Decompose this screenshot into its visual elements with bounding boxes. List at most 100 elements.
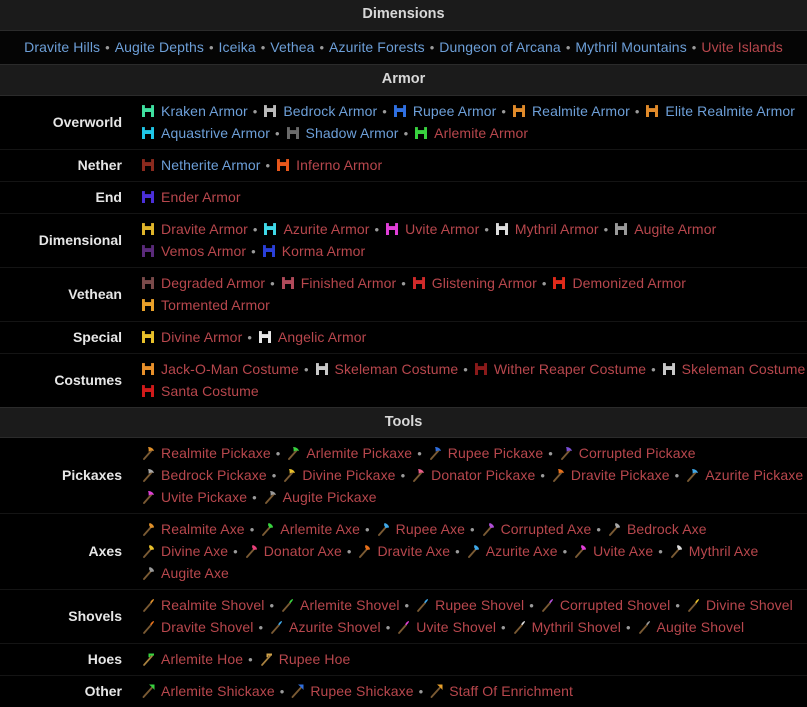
- item-link[interactable]: Arlemite Shickaxe: [161, 683, 275, 699]
- item-link[interactable]: Divine Pickaxe: [302, 467, 395, 483]
- item-link[interactable]: Mythril Armor: [515, 221, 599, 237]
- item-line: Jack-O-Man Costume • Skeleman Costume • With…: [140, 358, 807, 380]
- item-link[interactable]: Divine Shovel: [706, 597, 793, 613]
- item-link[interactable]: Arlemite Shovel: [300, 597, 400, 613]
- shovel-icon: [140, 619, 156, 635]
- item-link[interactable]: Rupee Armor: [413, 103, 497, 119]
- item-link[interactable]: Augite Armor: [634, 221, 716, 237]
- item-link[interactable]: Skeleman Costume: [682, 361, 806, 377]
- item-link[interactable]: Mythril Axe: [689, 543, 759, 559]
- item-link[interactable]: Tormented Armor: [161, 297, 270, 313]
- item-link[interactable]: Augite Shovel: [657, 619, 745, 635]
- item-link[interactable]: Uvite Armor: [405, 221, 479, 237]
- item-link[interactable]: Iceika: [219, 39, 256, 55]
- item-link[interactable]: Kraken Armor: [161, 103, 248, 119]
- chestplate-icon: [473, 361, 489, 377]
- item-link[interactable]: Realmite Shovel: [161, 597, 264, 613]
- item-link[interactable]: Santa Costume: [161, 383, 259, 399]
- item-link[interactable]: Corrupted Shovel: [560, 597, 671, 613]
- item-link[interactable]: Azurite Pickaxe: [705, 467, 803, 483]
- item-line: Netherite Armor • Inferno Armor: [140, 154, 807, 176]
- bullet-separator: •: [404, 598, 410, 614]
- item-link[interactable]: Bedrock Pickaxe: [161, 467, 267, 483]
- item-link[interactable]: Realmite Pickaxe: [161, 445, 271, 461]
- item-link[interactable]: Dravite Pickaxe: [571, 467, 670, 483]
- item-link[interactable]: Finished Armor: [301, 275, 397, 291]
- item-link[interactable]: Corrupted Pickaxe: [579, 445, 696, 461]
- item-link[interactable]: Degraded Armor: [161, 275, 265, 291]
- item-link[interactable]: Divine Axe: [161, 543, 228, 559]
- row-label: Special: [72, 328, 122, 345]
- item-link[interactable]: Arlemite Hoe: [161, 651, 243, 667]
- chestplate-icon: [140, 383, 156, 399]
- item-link[interactable]: Corrupted Axe: [501, 521, 592, 537]
- item-link[interactable]: Azurite Forests: [329, 39, 425, 55]
- item-link[interactable]: Netherite Armor: [161, 157, 261, 173]
- item-link[interactable]: Demonized Armor: [572, 275, 686, 291]
- item-link[interactable]: Korma Armor: [282, 243, 366, 259]
- navbox-item: Skeleman Costume: [314, 358, 459, 380]
- item-link[interactable]: Vemos Armor: [161, 243, 246, 259]
- navbox-row: Special Divine Armor • Angelic Armor: [0, 322, 807, 354]
- item-link[interactable]: Dravite Axe: [377, 543, 450, 559]
- row-label: Axes: [88, 543, 122, 560]
- item-link[interactable]: Staff Of Enrichment: [449, 683, 573, 699]
- item-link[interactable]: Uvite Islands: [701, 39, 782, 55]
- item-link[interactable]: Uvite Axe: [593, 543, 653, 559]
- item-link[interactable]: Rupee Pickaxe: [448, 445, 543, 461]
- item-link[interactable]: Augite Depths: [115, 39, 204, 55]
- item-link[interactable]: Realmite Armor: [532, 103, 630, 119]
- bullet-separator: •: [303, 361, 309, 377]
- item-link[interactable]: Rupee Shickaxe: [310, 683, 413, 699]
- item-link[interactable]: Azurite Shovel: [289, 619, 381, 635]
- item-link[interactable]: Azurite Axe: [486, 543, 558, 559]
- item-line: Aquastrive Armor • Shadow Armor • Arlemite A…: [140, 122, 807, 144]
- bullet-separator: •: [484, 221, 489, 237]
- item-link[interactable]: Uvite Shovel: [416, 619, 496, 635]
- item-link[interactable]: Vethea: [270, 39, 314, 55]
- item-link[interactable]: Elite Realmite Armor: [665, 103, 795, 119]
- item-link[interactable]: Mythril Shovel: [532, 619, 621, 635]
- item-link[interactable]: Rupee Hoe: [279, 651, 351, 667]
- navbox-item: Skeleman Costume: [661, 358, 806, 380]
- item-link[interactable]: Dungeon of Arcana: [439, 39, 561, 55]
- item-link[interactable]: Shadow Armor: [306, 125, 399, 141]
- item-link[interactable]: Wither Reaper Costume: [494, 361, 646, 377]
- hoe-icon: [258, 651, 274, 667]
- chestplate-icon: [392, 103, 408, 119]
- item-link[interactable]: Aquastrive Armor: [161, 125, 270, 141]
- item-link[interactable]: Jack-O-Man Costume: [161, 361, 299, 377]
- item-link[interactable]: Ender Armor: [161, 189, 241, 205]
- item-link[interactable]: Dravite Armor: [161, 221, 248, 237]
- item-link[interactable]: Divine Armor: [161, 329, 242, 345]
- item-link[interactable]: Bedrock Axe: [627, 521, 707, 537]
- item-link[interactable]: Arlemite Axe: [280, 521, 360, 537]
- item-link[interactable]: Azurite Armor: [283, 221, 369, 237]
- item-link[interactable]: Glistening Armor: [432, 275, 537, 291]
- item-link[interactable]: Donator Pickaxe: [431, 467, 535, 483]
- item-link[interactable]: Arlemite Armor: [434, 125, 528, 141]
- chestplate-icon: [551, 275, 567, 291]
- item-link[interactable]: Augite Pickaxe: [283, 489, 377, 505]
- chestplate-icon: [140, 243, 156, 259]
- item-link[interactable]: Realmite Axe: [161, 521, 245, 537]
- item-link[interactable]: Rupee Shovel: [435, 597, 524, 613]
- item-link[interactable]: Augite Axe: [161, 565, 229, 581]
- item-link[interactable]: Rupee Axe: [396, 521, 465, 537]
- bullet-separator: •: [260, 39, 266, 55]
- item-link[interactable]: Bedrock Armor: [283, 103, 377, 119]
- item-link[interactable]: Arlemite Pickaxe: [306, 445, 412, 461]
- item-link[interactable]: Uvite Pickaxe: [161, 489, 247, 505]
- item-link[interactable]: Donator Axe: [264, 543, 342, 559]
- row-label: Costumes: [54, 371, 122, 388]
- navbox-item: Inferno Armor: [275, 154, 382, 176]
- chestplate-icon: [140, 125, 156, 141]
- item-link[interactable]: Mythril Mountains: [575, 39, 686, 55]
- bullet-separator: •: [274, 125, 280, 141]
- item-link[interactable]: Dravite Shovel: [161, 619, 253, 635]
- item-link[interactable]: Inferno Armor: [296, 157, 382, 173]
- item-link[interactable]: Skeleman Costume: [335, 361, 459, 377]
- item-link[interactable]: Dravite Hills: [24, 39, 100, 55]
- item-link[interactable]: Angelic Armor: [278, 329, 366, 345]
- navbox-item: Divine Armor: [140, 326, 242, 348]
